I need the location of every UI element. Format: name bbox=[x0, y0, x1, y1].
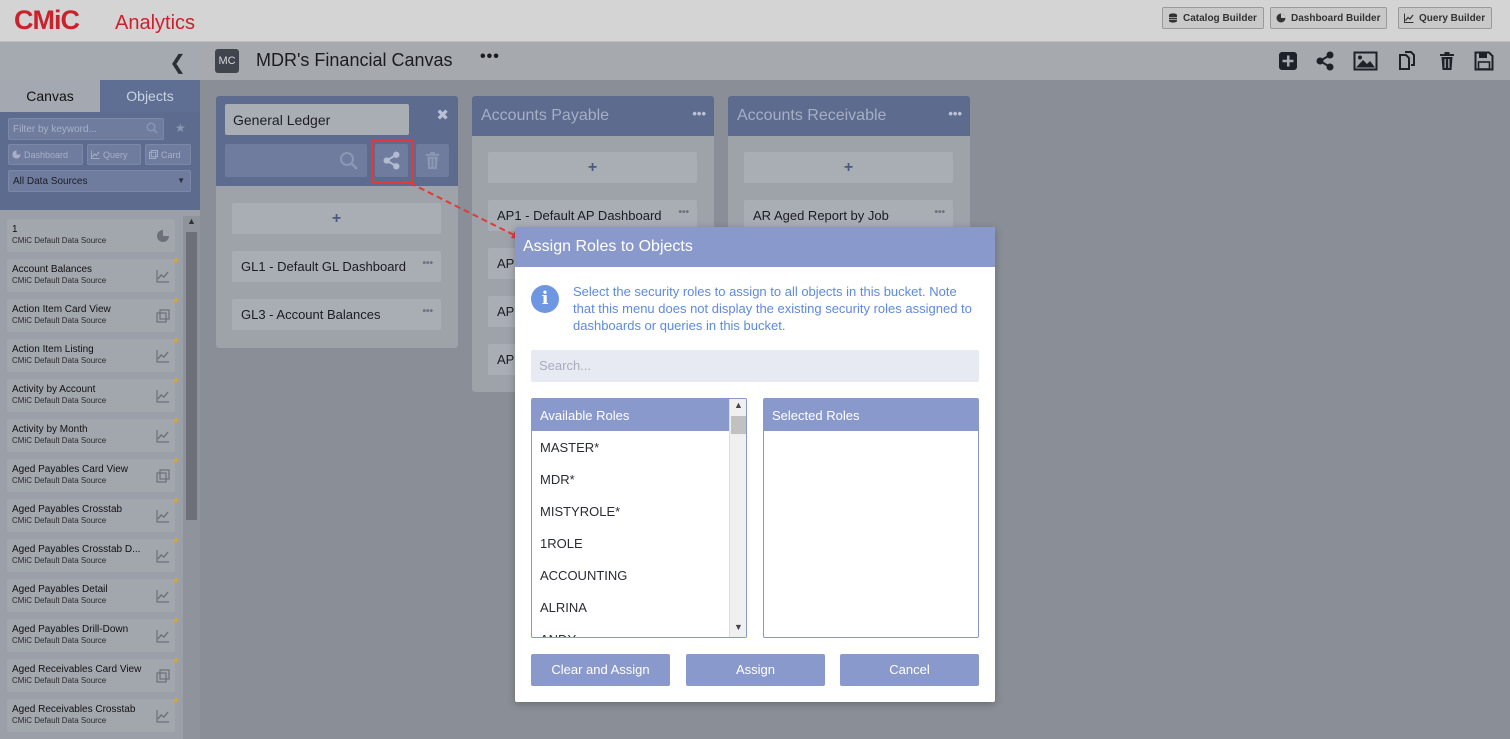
available-roles-list[interactable]: Available Roles MASTER* MDR* MISTYROLE* … bbox=[531, 398, 747, 638]
role-item[interactable]: ACCOUNTING bbox=[532, 559, 746, 591]
dialog-header: Assign Roles to Objects bbox=[515, 227, 995, 267]
selected-roles-list[interactable]: Selected Roles bbox=[763, 398, 979, 638]
role-item[interactable]: ANDY bbox=[532, 623, 746, 637]
info-icon: i bbox=[531, 285, 559, 313]
scrollbar-thumb[interactable] bbox=[731, 416, 746, 434]
role-search-placeholder: Search... bbox=[539, 358, 592, 373]
clear-and-assign-button[interactable]: Clear and Assign bbox=[531, 654, 670, 686]
scroll-up-icon[interactable]: ▲ bbox=[732, 400, 745, 414]
available-roles-header: Available Roles bbox=[532, 399, 746, 431]
selected-roles-header: Selected Roles bbox=[764, 399, 978, 431]
assign-button[interactable]: Assign bbox=[686, 654, 825, 686]
scroll-down-icon[interactable]: ▼ bbox=[732, 622, 745, 636]
cancel-button[interactable]: Cancel bbox=[840, 654, 979, 686]
role-item[interactable]: 1ROLE bbox=[532, 527, 746, 559]
role-item[interactable]: MASTER* bbox=[532, 431, 746, 463]
role-search-input[interactable]: Search... bbox=[531, 350, 979, 382]
roles-scrollbar[interactable]: ▲ ▼ bbox=[729, 399, 746, 637]
role-item[interactable]: MISTYROLE* bbox=[532, 495, 746, 527]
assign-roles-dialog: Assign Roles to Objects i Select the sec… bbox=[515, 227, 995, 702]
role-item[interactable]: ALRINA bbox=[532, 591, 746, 623]
role-item[interactable]: MDR* bbox=[532, 463, 746, 495]
info-message: Select the security roles to assign to a… bbox=[573, 284, 972, 333]
dialog-title: Assign Roles to Objects bbox=[523, 238, 693, 255]
